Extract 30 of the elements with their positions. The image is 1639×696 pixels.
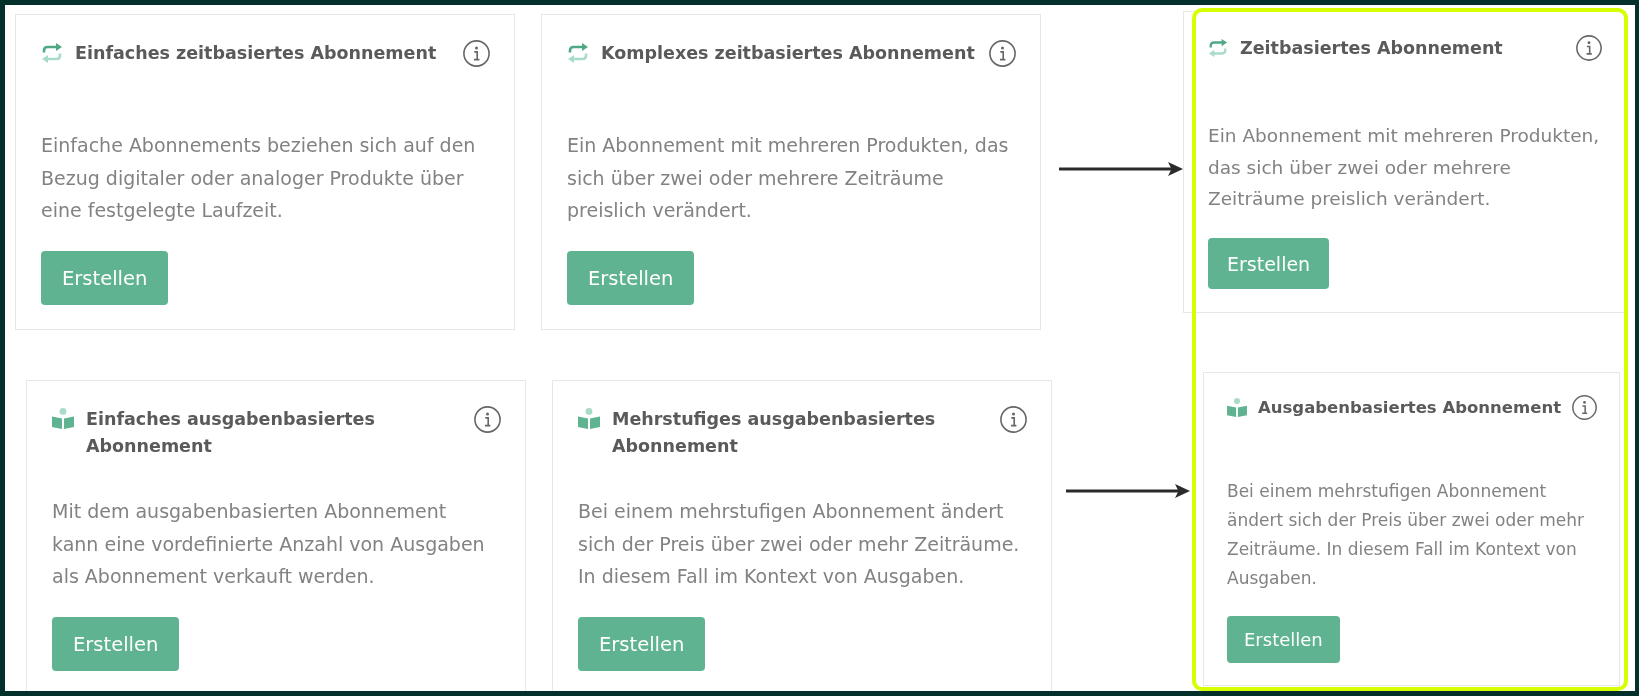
reader-icon <box>578 408 600 429</box>
card-description: Bei einem mehrstufigen Abonnement ändert sich der Preis über zwei oder mehr Zeiträume. In diesem Fall im Kontext von Ausgaben. <box>578 499 1021 589</box>
create-button[interactable]: Erstellen <box>52 617 180 671</box>
card-description: Ein Abonnement mit mehreren Produkten, das sich über zwei oder mehrere Zeiträume preislich verändert. <box>1208 124 1601 211</box>
info-icon[interactable] <box>1000 406 1027 433</box>
card-description: Mit dem ausgabenbasierten Abonnement kann eine vordefinierte Anzahl von Ausgaben als Abonnement verkauft werden. <box>52 499 486 589</box>
card-title: Komplexes zeitbasiertes Abonnement <box>601 42 976 65</box>
create-button[interactable]: Erstellen <box>578 617 706 671</box>
card-description: Bei einem mehrstufigen Abonnement ändert sich der Preis über zwei oder mehr Zeiträume. In diesem Fall im Kontext von Ausgaben. <box>1227 479 1585 590</box>
reader-icon <box>1227 398 1247 417</box>
create-button[interactable]: Erstellen <box>41 251 169 305</box>
repeat-icon <box>1208 38 1228 58</box>
info-icon[interactable] <box>474 406 501 433</box>
reader-icon <box>52 408 74 429</box>
card-description: Einfache Abonnements beziehen sich auf den Bezug digitaler oder analoger Produkte über eine festgelegte Laufzeit. <box>41 133 477 223</box>
card-title: Ausgabenbasiertes Abonnement <box>1258 397 1563 419</box>
card-title: Zeitbasiertes Abonnement <box>1240 37 1504 60</box>
card-title: Mehrstufiges ausgabenbasiertes Abonnement <box>612 408 937 458</box>
card-title: Einfaches zeitbasiertes Abonnement <box>75 42 438 65</box>
info-icon[interactable] <box>463 40 490 67</box>
info-icon[interactable] <box>989 40 1016 67</box>
repeat-icon <box>567 42 589 64</box>
repeat-icon <box>41 42 63 64</box>
create-button[interactable]: Erstellen <box>567 251 695 305</box>
create-button[interactable]: Erstellen <box>1227 616 1340 663</box>
card-title: Einfaches ausgabenbasiertes Abonnement <box>86 408 376 458</box>
card-description: Ein Abonnement mit mehreren Produkten, das sich über zwei oder mehrere Zeiträume preislich verändert. <box>567 133 1010 223</box>
info-icon[interactable] <box>1572 395 1597 420</box>
info-icon[interactable] <box>1576 35 1602 61</box>
create-button[interactable]: Erstellen <box>1208 238 1330 289</box>
